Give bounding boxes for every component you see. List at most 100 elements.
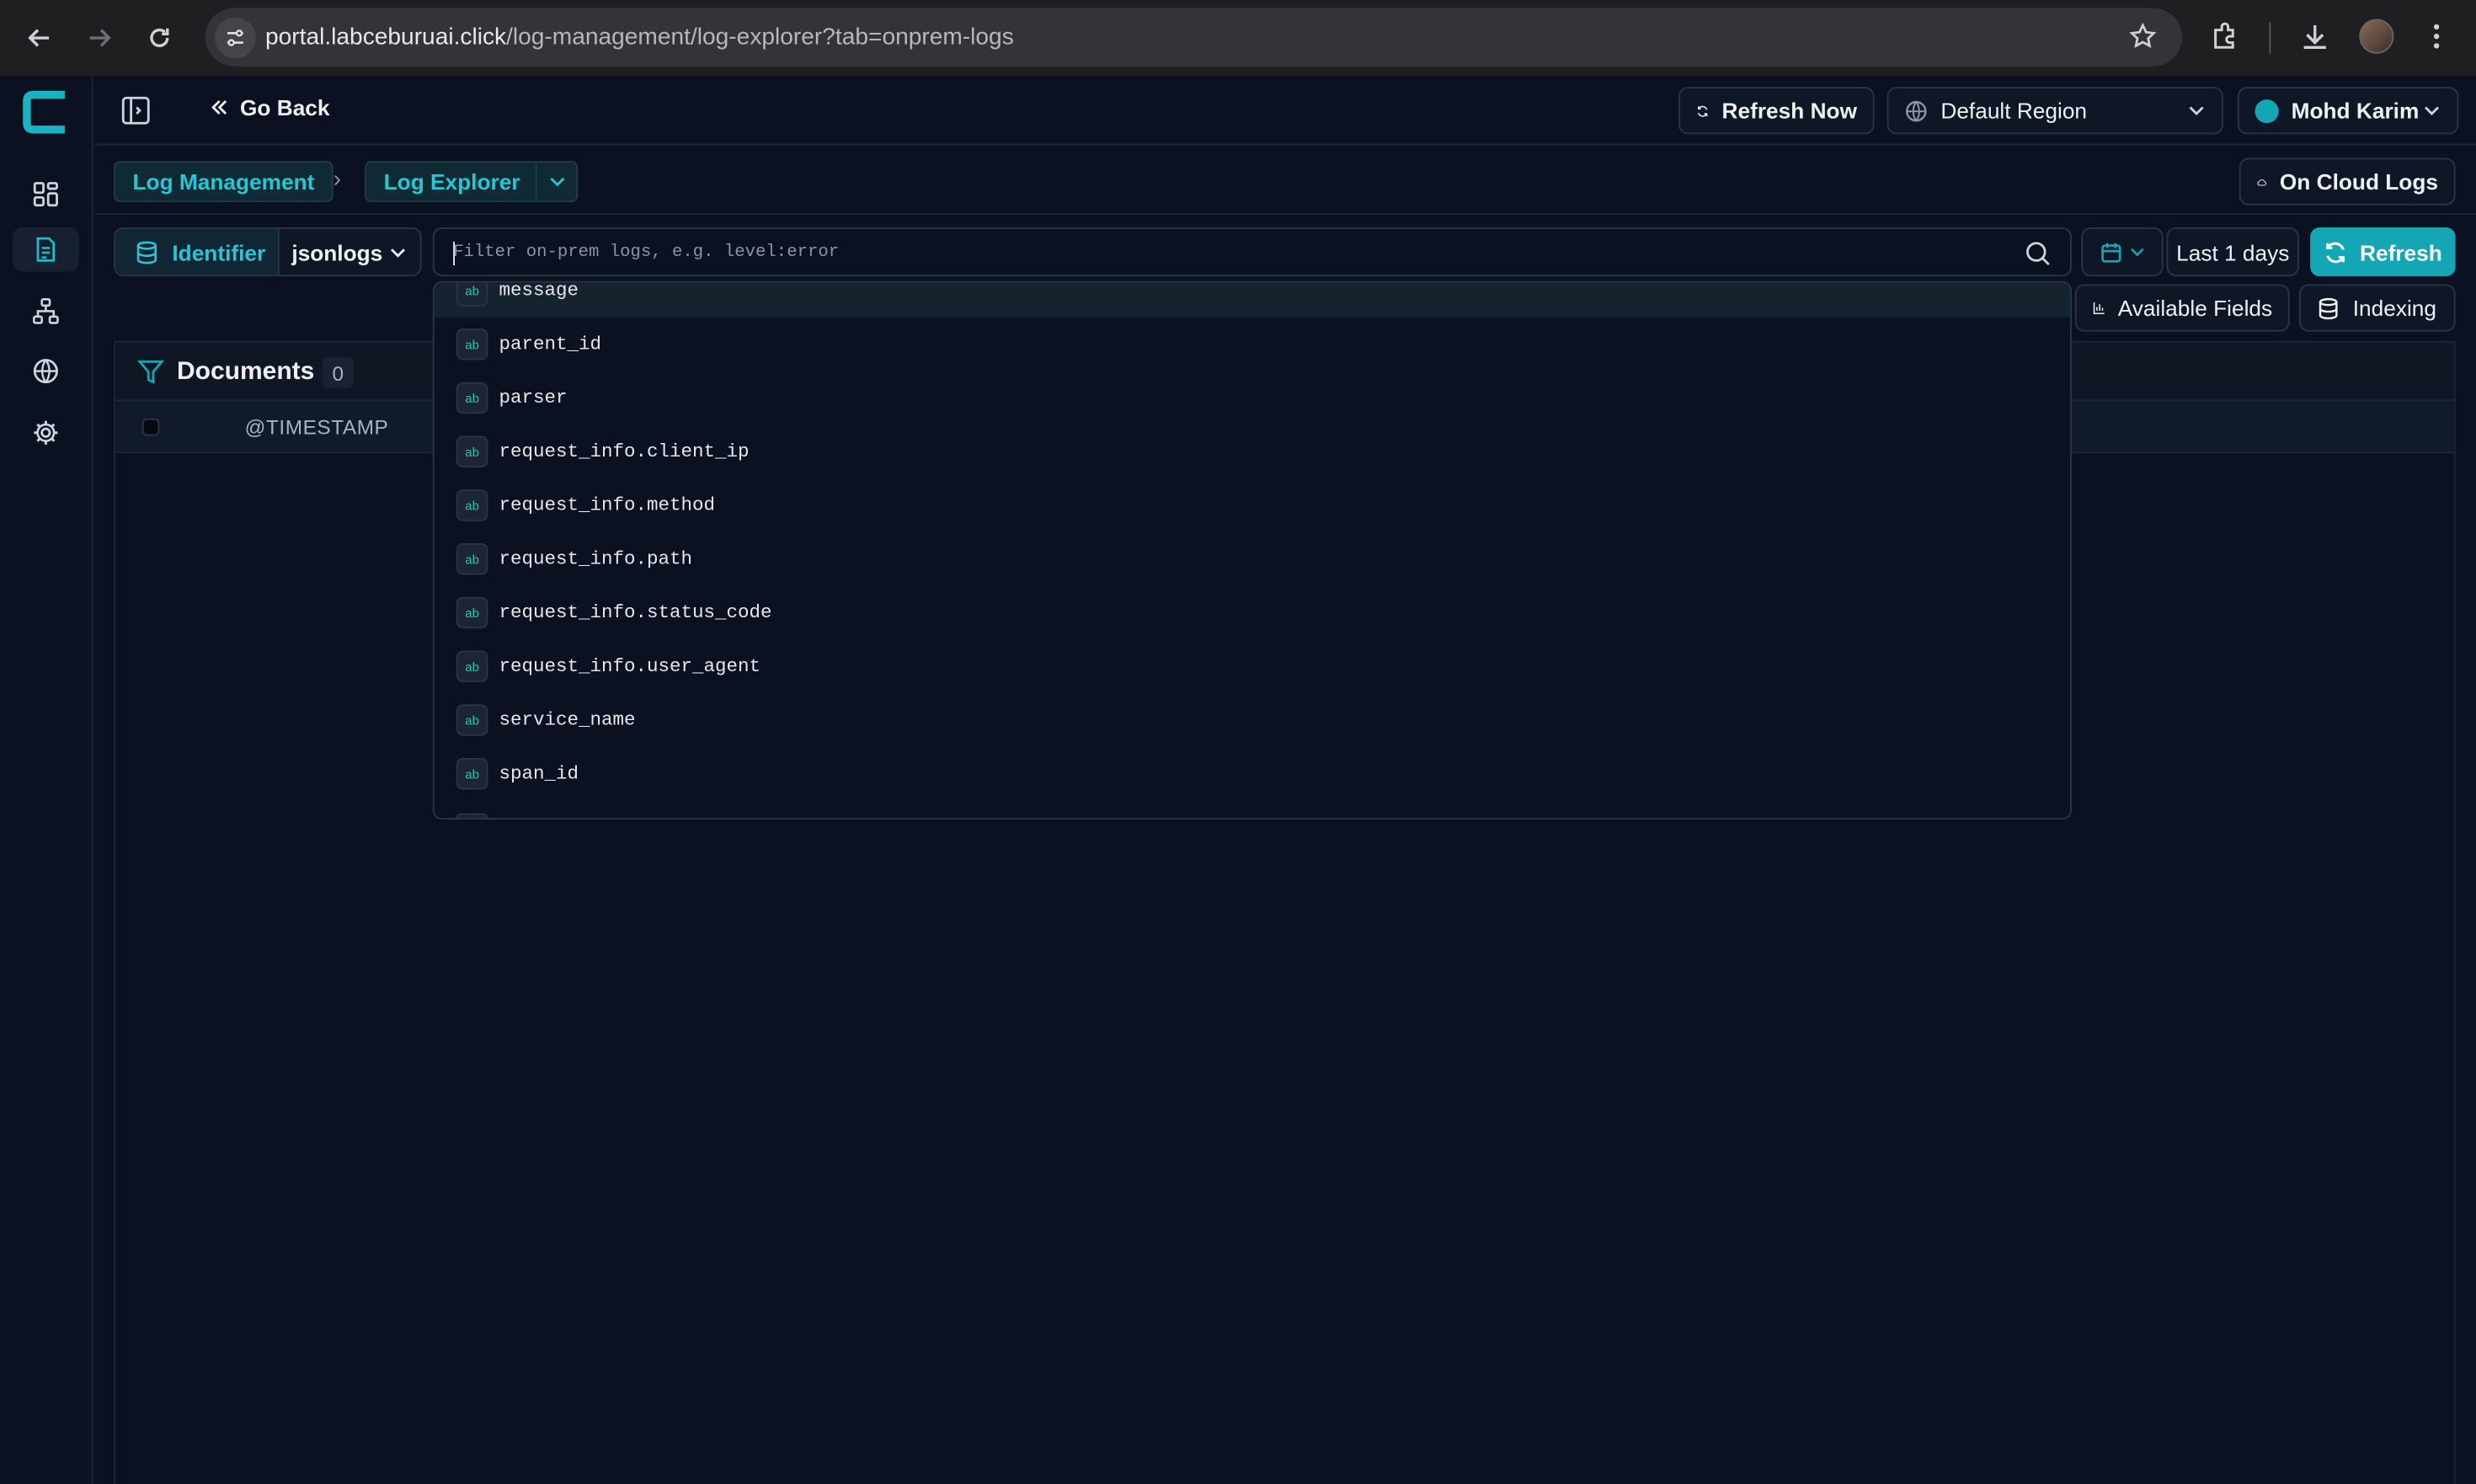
suggestion-label: message [499, 280, 579, 302]
url-host: portal.labceburuai.click [265, 24, 507, 51]
suggestion-item[interactable]: ab request_info.user_agent [435, 639, 2071, 693]
identifier-label: Identifier [172, 239, 266, 265]
suggestion-item[interactable]: ab parser [435, 371, 2071, 425]
text-cursor [453, 241, 455, 265]
chevron-down-icon [391, 248, 406, 257]
index-select[interactable]: jsonlogs [280, 229, 420, 275]
suggestion-label: parser [499, 387, 568, 409]
index-value: jsonlogs [291, 239, 383, 265]
identifier-label-box: Identifier [115, 228, 280, 275]
bookmark-star-icon[interactable] [2129, 22, 2158, 58]
app-sidebar [0, 76, 93, 1484]
extensions-icon[interactable] [2209, 20, 2241, 60]
site-info-icon[interactable] [215, 17, 256, 59]
chevron-down-icon [2189, 106, 2204, 115]
suggestion-item[interactable]: ab message [434, 280, 2071, 318]
documents-title: Documents [177, 358, 315, 386]
double-chevron-left-icon [211, 100, 227, 115]
bar-chart-icon [2093, 302, 2105, 314]
suggestion-item[interactable]: ab request_info.method [435, 478, 2071, 532]
region-select[interactable]: Default Region [1886, 87, 2223, 135]
breadcrumb-dropdown-button[interactable] [536, 163, 577, 201]
suggestion-label: request_info.status_code [499, 601, 772, 624]
on-cloud-logs-label: On Cloud Logs [2279, 168, 2438, 195]
suggestion-label: request_info.method [499, 494, 716, 517]
logs-document-icon[interactable] [13, 227, 79, 272]
breadcrumb-log-explorer[interactable]: Log Explorer [365, 161, 579, 202]
sidebar-toggle-icon[interactable] [120, 95, 152, 135]
breadcrumb-root-label: Log Management [132, 168, 315, 195]
suggestion-item[interactable]: ab request_info.path [435, 532, 2071, 586]
chevron-down-icon [2425, 106, 2439, 115]
suggestion-item[interactable]: ab parent_id [435, 318, 2071, 371]
address-bar[interactable]: portal.labceburuai.click/log-management/… [205, 8, 2183, 67]
calendar-icon [2100, 242, 2121, 262]
database-icon [2319, 296, 2338, 319]
breadcrumb: Log Management › Log Explorer On Cloud L… [94, 146, 2476, 215]
cloud-icon [2257, 179, 2267, 185]
suggestion-item-partial [456, 813, 488, 819]
go-back-button[interactable]: Go Back [209, 95, 330, 120]
string-type-icon: ab [456, 758, 488, 790]
suggestion-label: span_id [499, 762, 579, 785]
refresh-now-button[interactable]: Refresh Now [1678, 87, 1875, 135]
log-filter-search [432, 227, 2072, 277]
browser-profile-avatar[interactable] [2359, 19, 2394, 54]
available-fields-button[interactable]: Available Fields [2074, 284, 2290, 332]
search-input[interactable] [453, 238, 2001, 267]
browser-menu-icon[interactable] [2424, 20, 2449, 60]
string-type-icon: ab [456, 543, 488, 575]
user-name: Mohd Karim [2291, 98, 2420, 124]
date-picker-button[interactable] [2081, 227, 2164, 277]
string-type-icon: ab [456, 282, 488, 307]
string-type-icon: ab [456, 328, 488, 360]
on-cloud-logs-button[interactable]: On Cloud Logs [2239, 157, 2456, 206]
refresh-icon [1697, 104, 1708, 116]
time-range-button[interactable]: Last 1 days [2166, 227, 2299, 277]
indexing-label: Indexing [2352, 295, 2437, 321]
suggestion-item[interactable]: ab service_name [435, 693, 2071, 747]
string-type-icon: ab [456, 650, 488, 682]
url-text: portal.labceburuai.click/log-management/… [265, 24, 1014, 51]
toolbar-divider [2269, 22, 2271, 54]
breadcrumb-log-management[interactable]: Log Management [114, 161, 334, 202]
available-fields-label: Available Fields [2117, 295, 2273, 321]
suggestion-label: request_info.client_ip [499, 440, 750, 463]
network-topology-icon[interactable] [27, 292, 65, 330]
refresh-button[interactable]: Refresh [2310, 227, 2456, 277]
user-menu[interactable]: Mohd Karim [2237, 87, 2459, 135]
url-path: /log-management/log-explorer?tab=onprem-… [506, 24, 1014, 51]
string-type-icon: ab [456, 435, 488, 467]
browser-reload-icon[interactable] [142, 20, 177, 55]
browser-back-icon[interactable] [22, 20, 56, 55]
search-icon[interactable] [2025, 240, 2052, 275]
globe-icon [1906, 99, 1927, 121]
user-avatar-icon [2255, 99, 2279, 123]
column-header-timestamp[interactable]: @TIMESTAMP [245, 415, 389, 439]
suggestion-label: request_info.user_agent [499, 655, 761, 678]
settings-gear-icon[interactable] [27, 414, 65, 451]
suggestion-item[interactable]: ab request_info.client_ip [435, 424, 2071, 478]
app-header: Go Back Refresh Now Default Region Mohd … [94, 76, 2476, 146]
suggestion-label: service_name [499, 708, 636, 732]
string-type-icon: ab [456, 704, 488, 736]
refresh-icon [2327, 241, 2345, 263]
filter-funnel-icon[interactable] [136, 359, 165, 393]
globe-icon[interactable] [27, 352, 65, 390]
chevron-down-icon [2130, 248, 2143, 257]
string-type-icon: ab [456, 382, 488, 414]
indexing-button[interactable]: Indexing [2299, 284, 2456, 332]
suggestion-label: request_info.path [499, 547, 693, 570]
suggestion-item[interactable]: ab request_info.status_code [435, 586, 2071, 640]
browser-toolbar: portal.labceburuai.click/log-management/… [0, 0, 2476, 76]
string-type-icon: ab [456, 596, 488, 629]
chevron-down-icon [550, 177, 565, 187]
suggestion-item[interactable]: ab span_id [435, 747, 2071, 801]
app-logo[interactable] [22, 88, 69, 136]
browser-forward-icon[interactable] [83, 20, 117, 55]
refresh-label: Refresh [2360, 239, 2442, 265]
string-type-icon: ab [456, 489, 488, 521]
select-all-checkbox[interactable] [141, 418, 160, 436]
downloads-icon[interactable] [2299, 20, 2331, 60]
dashboard-icon[interactable] [27, 175, 65, 213]
